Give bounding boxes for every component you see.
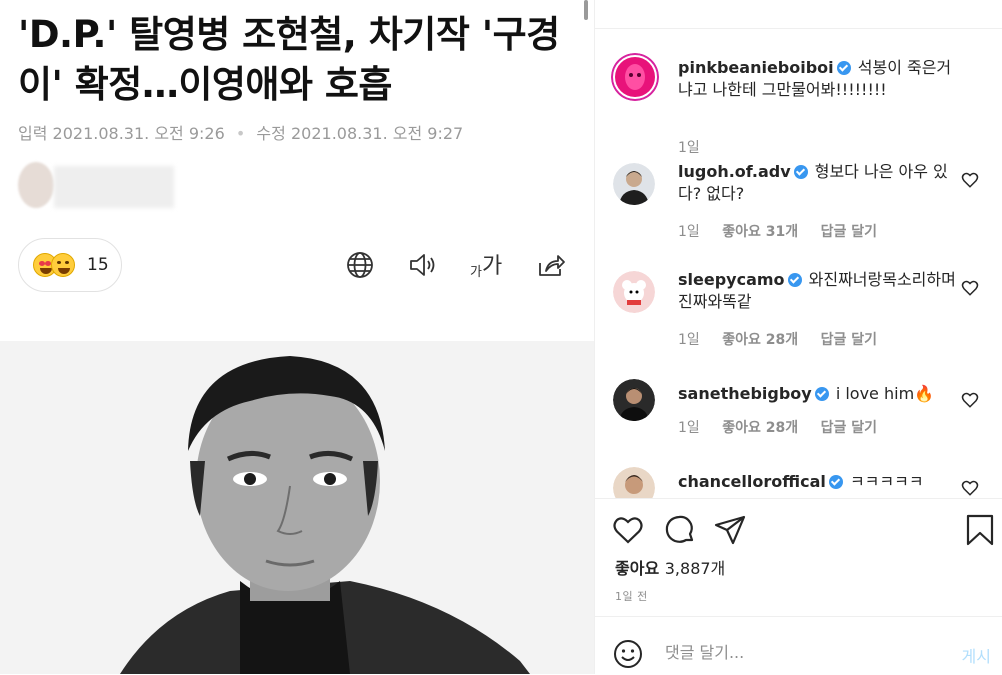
reaction-button[interactable]: 15	[18, 238, 122, 292]
font-size-button[interactable]: 가가	[470, 250, 502, 280]
like-comment-heart-icon[interactable]	[961, 391, 979, 409]
like-comment-heart-icon[interactable]	[961, 279, 979, 297]
post-time: 1일 전	[615, 590, 648, 603]
likes-count[interactable]: 좋아요 3,887개	[615, 555, 725, 579]
avatar[interactable]	[611, 53, 659, 101]
verified-icon	[836, 61, 851, 75]
reaction-count: 15	[87, 255, 109, 275]
send-icon[interactable]	[713, 513, 747, 547]
share-button[interactable]	[536, 250, 566, 280]
date-separator: •	[235, 124, 246, 143]
comment-likes[interactable]: 좋아요 28개	[722, 420, 798, 436]
font-size-small-glyph: 가	[470, 265, 482, 280]
heart-icon[interactable]	[611, 513, 645, 547]
comment-time: 1일	[678, 420, 700, 436]
smile-icon[interactable]	[613, 639, 643, 669]
verified-icon	[787, 273, 802, 287]
comments-list[interactable]: pinkbeanieboiboi 석봉이 죽은거냐고 나한테 그만물어봐!!!!…	[595, 28, 1002, 498]
comment-username[interactable]: sleepycamo	[678, 270, 785, 289]
comment-username[interactable]: chancelloroffical	[678, 472, 826, 491]
translate-button[interactable]	[345, 250, 375, 280]
comment-likes[interactable]: 좋아요 31개	[722, 224, 798, 240]
reply-button[interactable]: 답글 달기	[821, 420, 877, 436]
add-comment-bar: 게시	[595, 616, 1002, 675]
comment-username[interactable]: lugoh.of.adv	[678, 162, 791, 181]
likes-label: 좋아요	[615, 559, 660, 578]
avatar[interactable]	[613, 467, 655, 498]
scrollbar[interactable]	[584, 0, 588, 20]
comment-input[interactable]	[665, 643, 925, 662]
comment-time: 1일	[678, 332, 700, 348]
globe-icon	[347, 252, 373, 278]
verified-icon	[828, 475, 843, 489]
article-headline: 'D.P.' 탈영병 조현철, 차기작 '구경이' 확정…이영애와 호흡	[18, 13, 560, 106]
comment-time: 1일	[678, 140, 700, 156]
avatar[interactable]	[613, 379, 655, 421]
reply-button[interactable]: 답글 달기	[821, 224, 877, 240]
laughing-emoji-icon	[51, 253, 75, 277]
author-avatar-blurred	[18, 162, 54, 208]
reply-button[interactable]: 답글 달기	[821, 332, 877, 348]
comment-icon[interactable]	[663, 513, 697, 547]
post-actions: 좋아요 3,887개 1일 전 게시	[595, 498, 1002, 674]
news-article-panel: 'D.P.' 탈영병 조현철, 차기작 '구경이' 확정…이영애와 호흡 입력 …	[0, 0, 594, 674]
likes-number: 3,887개	[664, 559, 726, 578]
comment-text: ㅋㅋㅋㅋㅋ	[849, 472, 924, 491]
input-label: 입력	[18, 124, 48, 143]
comment-username[interactable]: pinkbeanieboiboi	[678, 58, 834, 77]
font-size-big-glyph: 가	[481, 254, 503, 279]
share-icon	[539, 255, 565, 276]
bookmark-icon[interactable]	[963, 513, 997, 547]
input-date: 2021.08.31. 오전 9:26	[52, 124, 225, 143]
article-dates: 입력 2021.08.31. 오전 9:26 • 수정 2021.08.31. …	[18, 120, 463, 144]
modified-label: 수정	[256, 124, 286, 143]
avatar[interactable]	[613, 271, 655, 313]
like-comment-heart-icon[interactable]	[961, 171, 979, 189]
instagram-panel: pinkbeanieboiboi 석봉이 죽은거냐고 나한테 그만물어봐!!!!…	[594, 0, 1002, 674]
article-photo	[0, 341, 594, 674]
post-comment-button[interactable]: 게시	[962, 643, 991, 667]
modified-date: 2021.08.31. 오전 9:27	[290, 124, 464, 143]
comment-likes[interactable]: 좋아요 28개	[722, 332, 798, 348]
comment-username[interactable]: sanethebigboy	[678, 384, 812, 403]
verified-icon	[814, 387, 829, 401]
avatar[interactable]	[613, 163, 655, 205]
read-aloud-button[interactable]	[408, 250, 438, 280]
like-comment-heart-icon[interactable]	[961, 479, 979, 497]
speaker-icon	[410, 254, 435, 276]
post-author-avatar[interactable]	[615, 0, 655, 4]
comment-time: 1일	[678, 224, 700, 240]
comment-text: i love him🔥	[835, 384, 935, 403]
author-name-blurred	[54, 166, 174, 208]
verified-icon	[793, 165, 808, 179]
